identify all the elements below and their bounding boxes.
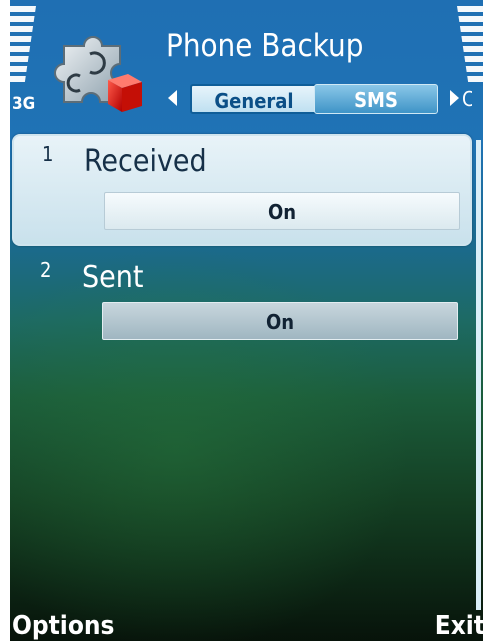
arrow-right-icon[interactable]	[450, 90, 459, 106]
received-value-field[interactable]: On	[104, 192, 460, 230]
page-title: Phone Backup	[166, 28, 364, 64]
options-softkey[interactable]: Options	[12, 611, 114, 641]
arrow-left-icon[interactable]	[168, 90, 177, 106]
list-item-received[interactable]: 1 Received On	[12, 134, 472, 246]
list-item-sent[interactable]: 2 Sent On	[12, 252, 468, 352]
tab-sms[interactable]: SMS	[314, 84, 438, 114]
tab-bar: General SMS C	[168, 84, 472, 116]
app-puzzle-icon	[50, 24, 146, 116]
signal-icon	[10, 6, 36, 86]
top-cutoff: y	[10, 0, 483, 8]
sent-value-field[interactable]: On	[102, 302, 458, 340]
item-label: Received	[84, 144, 207, 179]
network-indicator: 3G	[12, 94, 36, 114]
battery-icon	[457, 6, 483, 86]
item-label: Sent	[82, 260, 144, 295]
phone-screen: y 3G Phone Backup G	[10, 0, 483, 641]
item-index: 2	[40, 258, 52, 282]
exit-softkey[interactable]: Exit	[435, 611, 483, 641]
item-index: 1	[42, 142, 54, 166]
next-tab-fragment[interactable]: C	[462, 84, 472, 114]
scrollbar-thumb[interactable]	[476, 140, 481, 610]
tab-general[interactable]: General	[190, 84, 318, 114]
